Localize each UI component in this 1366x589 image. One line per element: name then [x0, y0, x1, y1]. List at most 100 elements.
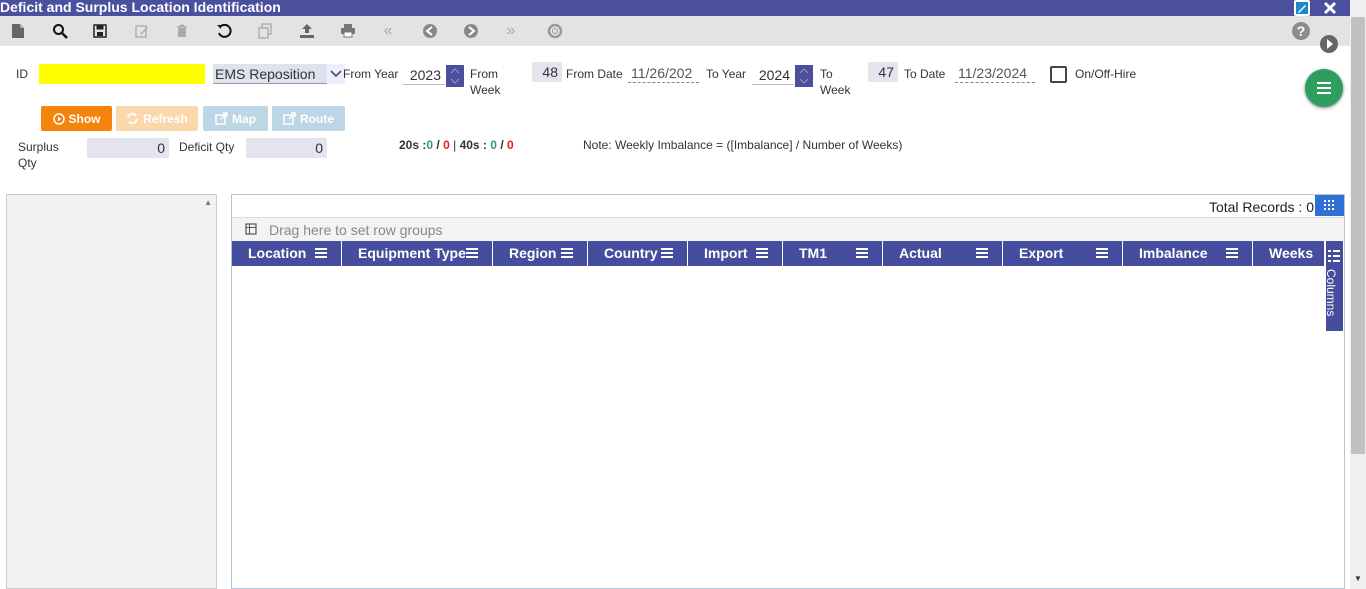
column-region[interactable]: Region — [493, 241, 588, 266]
column-location[interactable]: Location — [232, 241, 342, 266]
on-off-hire-checkbox[interactable] — [1050, 66, 1067, 83]
save-icon[interactable] — [92, 23, 108, 39]
from-year-input[interactable]: 2023 — [403, 65, 445, 85]
column-menu-icon[interactable] — [1226, 248, 1238, 258]
id-input[interactable] — [39, 64, 205, 84]
previous-icon[interactable] — [422, 23, 438, 39]
search-icon[interactable] — [52, 23, 68, 39]
refresh-icon — [127, 112, 139, 125]
column-region-label: Region — [509, 245, 557, 261]
last-page-icon[interactable]: » — [503, 22, 519, 39]
id-label: ID — [16, 67, 28, 81]
external-link-icon — [283, 112, 296, 125]
to-week-input[interactable]: 47 — [868, 62, 898, 82]
column-menu-icon[interactable] — [661, 248, 673, 258]
scroll-up-icon[interactable]: ▲ — [204, 198, 212, 207]
to-year-label: To Year — [706, 67, 747, 81]
row-group-hint: Drag here to set row groups — [269, 222, 443, 238]
next-icon[interactable] — [463, 23, 479, 39]
column-menu-icon[interactable] — [1096, 248, 1108, 258]
size-40-sep: / — [500, 138, 504, 152]
deficit-label: Deficit Qty — [179, 140, 235, 154]
scroll-down-icon[interactable]: ▼ — [1354, 574, 1362, 583]
imbalance-note: Note: Weekly Imbalance = ([Imbalance] / … — [583, 138, 903, 152]
size-40-label: 40s : — [459, 138, 487, 152]
size-20-surplus: 0 — [426, 138, 434, 152]
column-import-label: Import — [704, 245, 748, 261]
from-week-label-2: Week — [470, 83, 501, 97]
upload-icon[interactable] — [299, 23, 315, 39]
play-icon[interactable] — [1319, 34, 1339, 54]
external-link-icon — [215, 112, 228, 125]
total-records: Total Records : 0 — [1209, 199, 1314, 215]
new-file-icon[interactable] — [10, 23, 26, 39]
size-20-sep: / — [436, 138, 440, 152]
first-page-icon[interactable]: « — [380, 22, 396, 39]
column-equipment-type[interactable]: Equipment Type — [342, 241, 493, 266]
column-menu-icon[interactable] — [315, 248, 327, 258]
route-button[interactable]: Route — [272, 106, 345, 131]
size-40-surplus: 0 — [490, 138, 497, 152]
surplus-qty-field: 0 — [87, 138, 169, 158]
refresh-button[interactable]: Refresh — [116, 106, 198, 131]
column-menu-icon[interactable] — [856, 248, 868, 258]
column-menu-icon[interactable] — [561, 248, 573, 258]
column-menu-icon[interactable] — [976, 248, 988, 258]
show-button[interactable]: Show — [41, 106, 112, 131]
left-panel: ▲ — [6, 194, 217, 589]
show-button-label: Show — [68, 111, 101, 126]
column-export[interactable]: Export — [1003, 241, 1123, 266]
surplus-label-2: Qty — [18, 156, 37, 170]
map-button[interactable]: Map — [203, 106, 268, 131]
lifebuoy-icon[interactable] — [547, 23, 563, 39]
columns-tab-label: Columns — [1324, 269, 1338, 317]
to-year-spinner[interactable] — [795, 65, 813, 87]
column-export-label: Export — [1019, 245, 1064, 261]
edit-window-icon[interactable] — [1294, 0, 1310, 16]
from-year-spinner[interactable] — [446, 65, 464, 87]
to-year-input[interactable]: 2024 — [752, 65, 794, 85]
hamburger-icon — [1317, 82, 1331, 94]
delete-icon[interactable] — [174, 23, 190, 39]
from-week-input[interactable]: 48 — [532, 62, 562, 82]
column-weeks[interactable]: Weeks — [1253, 241, 1324, 266]
column-menu-icon[interactable] — [466, 248, 478, 258]
total-records-value: 0 — [1306, 199, 1314, 215]
undo-icon[interactable] — [216, 23, 232, 39]
column-import[interactable]: Import — [688, 241, 783, 266]
columns-side-tab[interactable]: Columns — [1324, 241, 1343, 331]
to-date-input[interactable]: 11/23/2024 — [955, 63, 1035, 83]
menu-fab[interactable] — [1305, 69, 1343, 107]
column-imbalance-label: Imbalance — [1139, 245, 1208, 261]
column-weeks-label: Weeks — [1269, 245, 1314, 261]
column-menu-icon[interactable] — [756, 248, 768, 258]
help-icon[interactable]: ? — [1291, 21, 1311, 41]
grid-menu-button[interactable] — [1315, 195, 1344, 216]
row-group-panel[interactable]: Drag here to set row groups — [232, 217, 1344, 241]
edit-icon[interactable] — [134, 23, 150, 39]
page-scrollbar[interactable]: ▼ — [1350, 0, 1366, 589]
column-imbalance[interactable]: Imbalance — [1123, 241, 1253, 266]
scrollbar-thumb[interactable] — [1351, 17, 1365, 454]
size-summary: 20s :0 / 0 | 40s : 0 / 0 — [399, 138, 514, 152]
grid-header: Location Equipment Type Region Country I… — [232, 241, 1324, 266]
column-tm1[interactable]: TM1 — [783, 241, 883, 266]
column-country[interactable]: Country — [588, 241, 688, 266]
from-year-label: From Year — [343, 67, 399, 81]
close-icon[interactable] — [1322, 0, 1338, 16]
columns-icon — [1328, 250, 1340, 262]
row-group-icon — [245, 223, 257, 235]
column-actual[interactable]: Actual — [883, 241, 1003, 266]
from-week-label: From — [470, 67, 498, 81]
refresh-button-label: Refresh — [143, 111, 188, 126]
copy-icon[interactable] — [258, 23, 274, 39]
from-date-label: From Date — [566, 67, 623, 81]
column-tm1-label: TM1 — [799, 245, 827, 261]
column-equipment-type-label: Equipment Type — [358, 245, 466, 261]
column-location-label: Location — [248, 245, 307, 261]
mode-select[interactable]: EMS Reposition — [213, 64, 345, 84]
print-icon[interactable] — [340, 23, 356, 39]
from-date-input[interactable]: 11/26/202 — [628, 63, 699, 83]
svg-text:?: ? — [1297, 23, 1306, 39]
column-actual-label: Actual — [899, 245, 942, 261]
